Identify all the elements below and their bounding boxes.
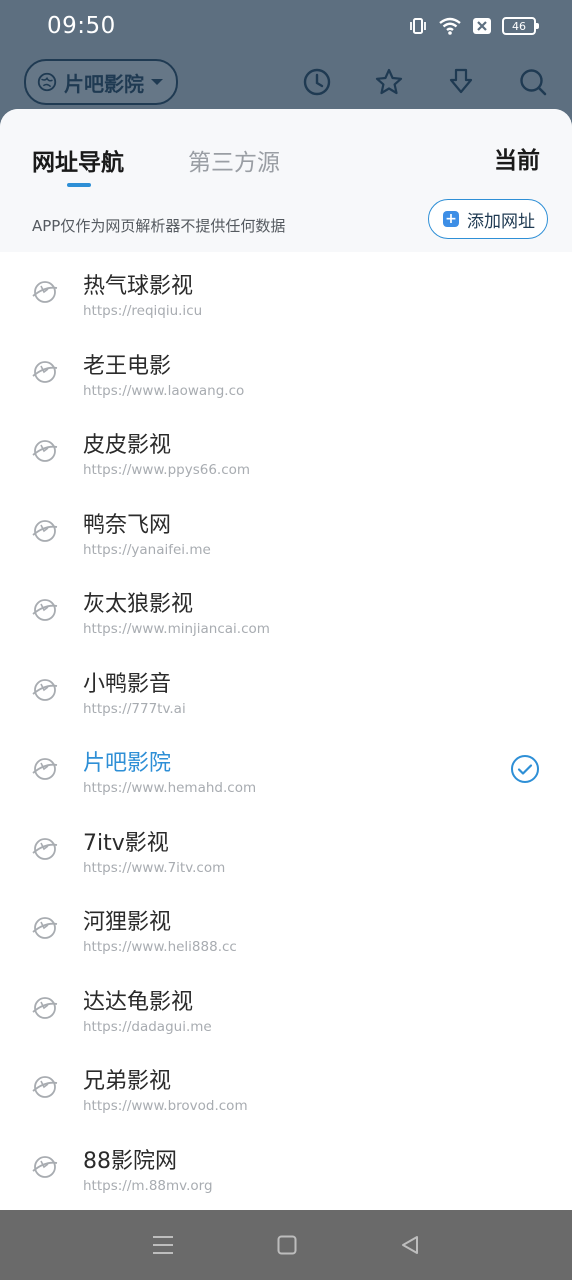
site-url: https://yanaifei.me — [83, 541, 211, 558]
planet-icon — [32, 1155, 58, 1178]
site-url: https://www.laowang.co — [83, 382, 245, 399]
caret-down-icon — [151, 79, 163, 85]
header-actions — [302, 67, 548, 97]
star-icon[interactable] — [374, 67, 404, 97]
site-name: 老王电影 — [83, 353, 172, 379]
planet-icon — [32, 678, 58, 701]
site-url: https://www.brovod.com — [83, 1098, 248, 1114]
system-nav-bar — [0, 1210, 572, 1280]
site-url: https://www.hemahd.com — [83, 780, 257, 796]
site-url: https://reqiqiu.icu — [83, 303, 203, 319]
site-name: 88影院网 — [83, 1148, 177, 1174]
battery-icon: 46 — [502, 17, 539, 35]
planet-icon — [32, 599, 58, 621]
search-icon[interactable] — [518, 67, 548, 97]
app-header: 片吧影院 — [0, 52, 572, 112]
globe-icon — [37, 72, 57, 92]
site-name: 河狸影视 — [83, 910, 172, 935]
site-name: 兄弟影视 — [83, 1069, 172, 1094]
site-item[interactable]: 达达龟影视 https://dadagui.me — [0, 968, 572, 1048]
site-url: https://www.minjiancai.com — [83, 621, 270, 637]
site-item[interactable]: 小鸭影音 https://777tv.ai — [0, 650, 572, 730]
site-item[interactable]: 河狸影视 https://www.heli888.cc — [0, 888, 572, 968]
history-clock-icon[interactable] — [302, 67, 332, 97]
check-circle-icon — [511, 755, 539, 783]
vibrate-icon — [410, 18, 426, 34]
site-name: 片吧影院 — [83, 751, 172, 776]
site-item[interactable]: 7itv影视 https://www.7itv.com — [0, 809, 572, 889]
wifi-icon — [439, 17, 461, 35]
download-icon[interactable] — [446, 67, 476, 97]
site-name: 小鸭影音 — [83, 671, 172, 697]
no-sim-icon — [473, 18, 491, 34]
tab-third-party-source[interactable]: 第三方源 — [188, 143, 280, 177]
site-url: https://www.heli888.cc — [83, 939, 237, 955]
menu-icon[interactable] — [152, 1235, 174, 1255]
site-name: 鸭奈飞网 — [83, 512, 172, 538]
disclaimer-text: APP仅作为网页解析器不提供任何数据 — [32, 217, 286, 235]
site-navigation-sheet: 网址导航 第三方源 当前 APP仅作为网页解析器不提供任何数据 + 添加网址 热… — [0, 109, 572, 1210]
site-item[interactable]: 皮皮影视 https://www.ppys66.com — [0, 411, 572, 491]
site-item-selected[interactable]: 片吧影院 https://www.hemahd.com — [0, 729, 572, 809]
site-item[interactable]: 老王电影 https://www.laowang.co — [0, 332, 572, 412]
site-item[interactable]: 88影院网 https://m.88mv.org — [0, 1127, 572, 1207]
site-name: 热气球影视 — [83, 274, 194, 299]
add-site-label: 添加网址 — [467, 211, 535, 232]
planet-icon — [32, 519, 58, 542]
sheet-header: 网址导航 第三方源 当前 APP仅作为网页解析器不提供任何数据 + 添加网址 — [0, 109, 572, 252]
planet-icon — [32, 1076, 58, 1098]
battery-level: 46 — [512, 19, 526, 33]
site-url: https://www.7itv.com — [83, 859, 226, 876]
site-url: https://dadagui.me — [83, 1018, 212, 1035]
site-item[interactable]: 灰太狼影视 https://www.minjiancai.com — [0, 570, 572, 650]
tab-bar: 网址导航 第三方源 — [32, 143, 280, 187]
site-name: 7itv影视 — [83, 830, 169, 856]
site-item[interactable]: 鸭奈飞网 https://yanaifei.me — [0, 491, 572, 571]
site-name: 达达龟影视 — [83, 989, 194, 1015]
status-icons: 46 — [408, 16, 539, 36]
planet-icon — [32, 758, 58, 780]
site-url: https://m.88mv.org — [83, 1177, 213, 1194]
source-selector[interactable]: 片吧影院 — [24, 59, 178, 105]
planet-icon — [32, 440, 58, 462]
site-name: 皮皮影视 — [83, 433, 172, 458]
status-time: 09:50 — [47, 13, 116, 39]
site-url: https://www.ppys66.com — [83, 462, 251, 478]
planet-icon — [32, 996, 58, 1019]
source-label: 片吧影院 — [64, 71, 144, 96]
site-url: https://777tv.ai — [83, 700, 186, 717]
status-bar: 09:50 46 — [0, 0, 572, 52]
current-button[interactable]: 当前 — [494, 141, 540, 175]
site-item[interactable]: 热气球影视 https://reqiqiu.icu — [0, 252, 572, 332]
back-triangle-icon[interactable] — [400, 1235, 420, 1255]
add-site-button[interactable]: + 添加网址 — [428, 199, 548, 239]
planet-icon — [32, 281, 58, 303]
home-square-icon[interactable] — [277, 1235, 297, 1255]
site-list: 热气球影视 https://reqiqiu.icu 老王电影 https://w… — [0, 252, 572, 1206]
planet-icon — [32, 917, 58, 939]
plus-icon: + — [443, 211, 459, 227]
site-name: 灰太狼影视 — [83, 592, 194, 617]
site-item[interactable]: 兄弟影视 https://www.brovod.com — [0, 1047, 572, 1127]
tab-site-navigation[interactable]: 网址导航 — [32, 143, 124, 187]
planet-icon — [32, 360, 58, 383]
planet-icon — [32, 837, 58, 860]
